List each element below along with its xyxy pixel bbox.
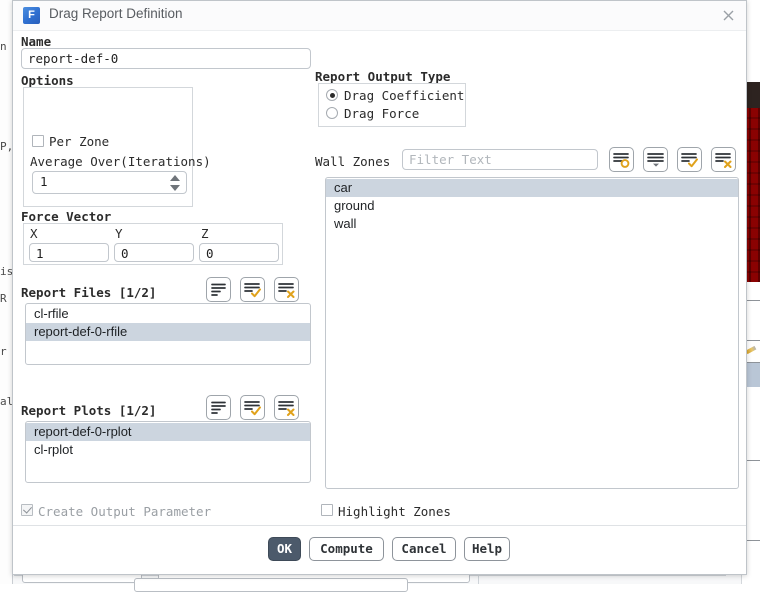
report-files-list-icon[interactable] <box>206 277 231 302</box>
list-item[interactable]: report-def-0-rplot <box>26 423 310 441</box>
background-text-fragment: R <box>0 292 12 305</box>
name-input[interactable]: report-def-0 <box>21 48 311 69</box>
background-text-fragment: r <box>0 345 12 358</box>
report-files-select-all-icon[interactable] <box>240 277 265 302</box>
drag-force-label: Drag Force <box>344 106 419 121</box>
close-icon[interactable] <box>716 5 740 27</box>
dialog-title: Drag Report Definition <box>49 6 183 21</box>
highlight-zones-checkbox[interactable] <box>321 504 333 516</box>
wall-zones-select-all-icon[interactable] <box>677 147 702 172</box>
force-vector-x-label: X <box>30 226 38 241</box>
force-vector-label: Force Vector <box>21 209 111 224</box>
list-item[interactable]: cl-rfile <box>26 305 310 323</box>
background-field <box>134 578 408 592</box>
help-button[interactable]: Help <box>464 537 510 561</box>
background-text-fragment: P, <box>0 140 12 153</box>
per-zone-label: Per Zone <box>49 134 109 149</box>
wall-zones-selection-helper-icon[interactable] <box>643 147 668 172</box>
create-output-parameter-checkbox[interactable] <box>21 504 33 516</box>
wall-zones-new-selection-icon[interactable] <box>609 147 634 172</box>
list-item[interactable]: report-def-0-rfile <box>26 323 310 341</box>
fluent-f-icon: F <box>23 7 40 24</box>
average-over-stepper[interactable]: 1 <box>32 171 187 194</box>
background-text-fragment: n <box>0 40 12 53</box>
wall-zones-filter-input[interactable]: Filter Text <box>402 149 598 170</box>
chevron-up-icon[interactable] <box>170 175 180 181</box>
report-plots-listbox[interactable]: report-def-0-rplot cl-rplot <box>25 421 311 483</box>
wall-zones-listbox[interactable]: car ground wall <box>325 177 739 489</box>
background-text-fragment: al <box>0 395 12 408</box>
drag-force-radio[interactable] <box>326 107 338 119</box>
report-plots-list-icon[interactable] <box>206 395 231 420</box>
footer-divider <box>13 525 746 526</box>
name-label: Name <box>21 34 51 49</box>
chevron-down-icon[interactable] <box>170 185 180 191</box>
create-output-parameter-label: Create Output Parameter <box>38 504 211 519</box>
ok-button[interactable]: OK <box>268 537 301 561</box>
force-vector-z-label: Z <box>201 226 209 241</box>
report-output-type-label: Report Output Type <box>315 69 450 84</box>
background-text-fragment: is <box>0 265 12 278</box>
average-over-label: Average Over(Iterations) <box>30 154 211 169</box>
per-zone-checkbox[interactable] <box>32 135 44 147</box>
drag-report-definition-dialog: F Drag Report Definition Name report-def… <box>12 0 747 575</box>
force-vector-y-label: Y <box>115 226 123 241</box>
list-item[interactable]: car <box>326 179 738 197</box>
report-plots-deselect-all-icon[interactable] <box>274 395 299 420</box>
report-files-listbox[interactable]: cl-rfile report-def-0-rfile <box>25 303 311 365</box>
highlight-zones-label: Highlight Zones <box>338 504 451 519</box>
background-divider <box>478 575 479 584</box>
report-plots-select-all-icon[interactable] <box>240 395 265 420</box>
average-over-value: 1 <box>40 174 48 189</box>
wall-zones-deselect-all-icon[interactable] <box>711 147 736 172</box>
report-files-deselect-all-icon[interactable] <box>274 277 299 302</box>
list-item[interactable]: ground <box>326 197 738 215</box>
cancel-button[interactable]: Cancel <box>392 537 456 561</box>
dialog-titlebar: F Drag Report Definition <box>13 1 746 31</box>
force-vector-x-input[interactable]: 1 <box>29 243 109 262</box>
compute-button[interactable]: Compute <box>309 537 384 561</box>
force-vector-y-input[interactable]: 0 <box>114 243 194 262</box>
drag-coefficient-radio[interactable] <box>326 89 338 101</box>
drag-coefficient-label: Drag Coefficient <box>344 88 464 103</box>
wall-zones-label: Wall Zones <box>315 154 390 169</box>
force-vector-z-input[interactable]: 0 <box>199 243 279 262</box>
list-item[interactable]: wall <box>326 215 738 233</box>
stepper-arrows[interactable] <box>170 174 181 192</box>
report-files-label: Report Files [1/2] <box>21 285 156 300</box>
report-plots-label: Report Plots [1/2] <box>21 403 156 418</box>
list-item[interactable]: cl-rplot <box>26 441 310 459</box>
options-label: Options <box>21 73 74 88</box>
